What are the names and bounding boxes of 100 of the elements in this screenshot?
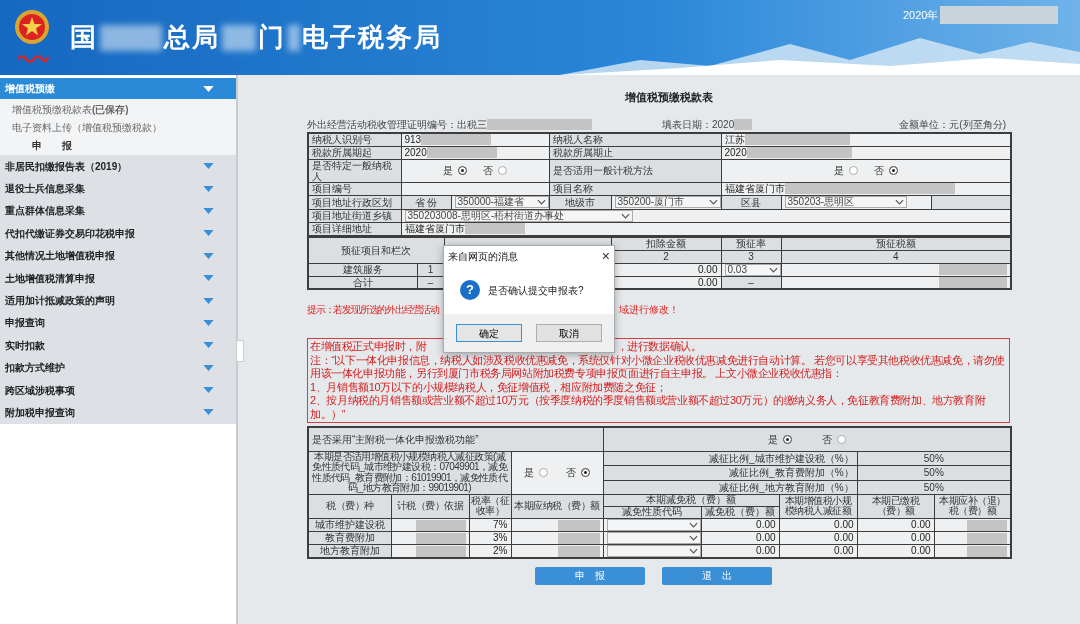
radio-label: 否 xyxy=(566,467,576,479)
column-header: 预征项目和栏次 xyxy=(308,237,444,263)
policy-text: 本期是否适用增值税小规模纳税人减征政策(减免性质代码_城市维护建设税：07049901，减免性质代码_教育费附加：61019901，减免性质代码_地方教育附加：99019901) xyxy=(308,451,511,495)
dropdown[interactable]: 350203-思明区 xyxy=(784,196,907,208)
redaction-block xyxy=(100,24,162,51)
field-value: 2020 xyxy=(724,147,747,158)
menu-item[interactable]: 电子资料上传（增值税预缴税款） xyxy=(0,118,236,136)
radio-button[interactable] xyxy=(539,468,548,478)
chevron-down-icon xyxy=(708,199,718,205)
radio-label: 否 xyxy=(483,165,493,176)
radio-label: 是 xyxy=(443,165,453,176)
column-header: 本期应纳税（费）额 xyxy=(511,494,604,519)
dropdown[interactable]: 350000-福建省 xyxy=(454,196,549,208)
radio-button[interactable] xyxy=(848,166,858,175)
caret-down-icon xyxy=(203,252,214,259)
menu-section[interactable]: 重点群体信息采集 xyxy=(0,199,236,223)
radio-label: 是 xyxy=(767,434,778,446)
menu-section[interactable]: 适用加计抵减政策的声明 xyxy=(0,289,236,312)
menu-section[interactable]: 土地增值税清算申报 xyxy=(0,266,236,290)
caret-down-icon xyxy=(203,163,214,170)
menu-section[interactable]: 其他情况土地增值税申报 xyxy=(0,244,236,267)
question-icon: ? xyxy=(460,280,480,300)
notice-text: 注：“以下一体化申报信息，纳税人如涉及税收优惠减免，系统仅针对小微企业税收优惠减免进行自动计算。 若您可以享受其他税收优惠减免，请勿使用该一体化申报功能，另行到厦门市税务局网站附加税费专项申报页面进行自主申报。 上文小微企业税收优惠指： xyxy=(310,353,1006,381)
column-header: 本期增值税小规模纳税人减征额 xyxy=(779,494,858,519)
chevron-down-icon xyxy=(536,199,546,205)
radio-label: 否 xyxy=(821,434,832,446)
radio-button[interactable] xyxy=(782,435,792,445)
close-button[interactable]: × xyxy=(601,249,610,263)
radio-button[interactable] xyxy=(888,166,898,175)
radio-label: 是 xyxy=(524,467,534,479)
caret-down-icon xyxy=(203,387,214,394)
column-header: 预征税额 xyxy=(781,237,1011,250)
menu-item[interactable]: 增值税预缴税款表(已保存) xyxy=(0,100,236,118)
menu-item[interactable]: 申 报 xyxy=(0,136,236,154)
chevron-down-icon xyxy=(620,212,630,219)
column-header: 预征率 xyxy=(721,237,781,250)
caret-down-icon xyxy=(203,230,214,237)
dialog-title: 来自网页的消息 xyxy=(448,249,518,264)
dialog-message: 是否确认提交申报表? xyxy=(488,283,584,298)
dialog-button[interactable]: 取消 xyxy=(536,324,602,342)
radio-label: 是 xyxy=(833,165,844,176)
field-value: 福建省厦门市 xyxy=(404,223,465,234)
site-title: 电子税务局 xyxy=(302,21,442,54)
form-title: 增值税预缴税款表 xyxy=(624,90,713,105)
caret-down-icon xyxy=(203,185,214,192)
dropdown[interactable]: 350200-厦门市 xyxy=(614,196,721,208)
caret-down-icon xyxy=(203,207,214,214)
menu-section[interactable]: 非居民扣缴报告表（2019） xyxy=(0,155,236,178)
unit-label: 金额单位：元(列至角分) xyxy=(899,118,1006,132)
caret-down-icon xyxy=(203,342,214,349)
redaction-block xyxy=(557,545,600,557)
redaction-block xyxy=(967,519,1008,531)
caret-down-icon xyxy=(203,409,214,416)
field-label: 填表日期： xyxy=(662,118,712,132)
radio-label: 否 xyxy=(873,165,884,176)
field-label: 是否适用一般计税方法 xyxy=(549,159,721,182)
menu-section[interactable]: 扣款方式维护 xyxy=(0,356,236,379)
caret-down-icon xyxy=(203,297,214,304)
notice-text: ，进行数据确认。 xyxy=(616,340,702,354)
field-value: 出税三 xyxy=(457,118,487,132)
field-value: 福建省厦门市 xyxy=(724,183,785,194)
field-value: 2020 xyxy=(712,118,735,132)
menu-section[interactable]: 申报查询 xyxy=(0,311,236,335)
redaction-block xyxy=(967,532,1008,544)
field-value: 江苏 xyxy=(724,134,745,145)
collapse-handle[interactable] xyxy=(236,340,244,362)
notice-text: 1、月销售额10万以下的小规模纳税人，免征增值税，相应附加费随之免征； xyxy=(310,380,668,395)
redaction-block xyxy=(734,119,753,130)
site-title: 门 xyxy=(258,21,286,54)
dialog-button[interactable]: 确定 xyxy=(456,324,522,342)
redaction-block xyxy=(415,519,466,531)
menu-section[interactable]: 实时扣款 xyxy=(0,334,236,357)
menu-section[interactable]: 跨区域涉税事项 xyxy=(0,378,236,402)
column-header: 税（费）种 xyxy=(308,494,391,519)
redaction-block xyxy=(415,532,466,544)
redaction-block xyxy=(288,24,300,51)
redaction-block xyxy=(557,532,600,544)
column-header: 扣除金额 xyxy=(611,237,721,250)
notice-text: 提示：若发现所选的外出经营活动 xyxy=(307,302,439,317)
site-title: 总局 xyxy=(164,21,220,54)
radio-button[interactable] xyxy=(581,468,590,478)
notice-text: 域进行修改！ xyxy=(619,302,679,317)
field-label: 纳税人名称 xyxy=(549,132,721,146)
site-title: 国 xyxy=(70,21,98,54)
chevron-down-icon xyxy=(768,266,778,273)
field-value: 2020 xyxy=(404,147,427,158)
notice-text: 在增值税正式申报时，附 xyxy=(310,340,427,354)
field-label: 是否特定一般纳税人 xyxy=(308,159,401,182)
radio-button[interactable] xyxy=(458,166,467,175)
radio-button[interactable] xyxy=(498,166,507,175)
menu-section[interactable]: 附加税申报查询 xyxy=(0,401,236,424)
radio-button[interactable] xyxy=(836,435,846,445)
menu-section[interactable]: 增值税预缴 xyxy=(0,78,236,99)
redaction-block xyxy=(222,24,256,51)
notice-text: 2、按月纳税的月销售额或营业额不超过10万元（按季度纳税的季度销售额或营业额不超过30万元）的缴纳义务人，免征教育费附加、地方教育附加。）” xyxy=(310,394,987,422)
caret-down-icon xyxy=(203,364,214,371)
menu-section[interactable]: 代扣代缴证券交易印花税申报 xyxy=(0,222,236,245)
header-date: 2020年 xyxy=(903,7,939,23)
menu-section[interactable]: 退役士兵信息采集 xyxy=(0,177,236,200)
caret-down-icon xyxy=(203,275,214,282)
